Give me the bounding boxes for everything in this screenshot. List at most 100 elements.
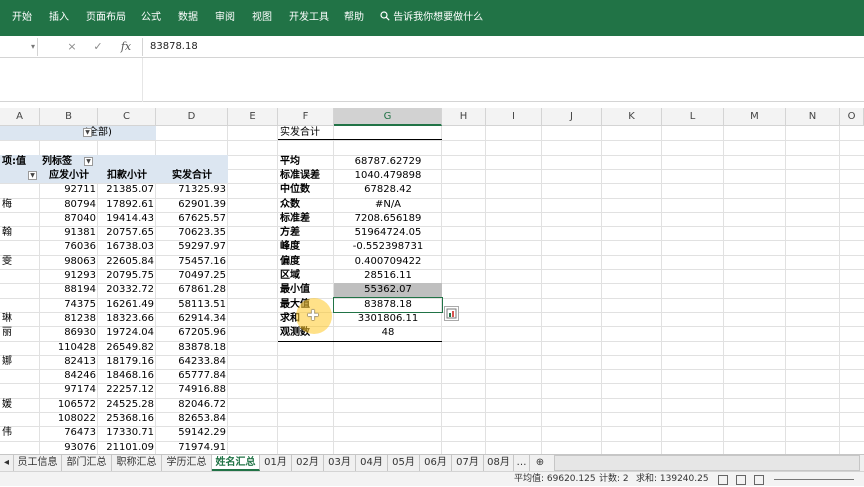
column-header-g[interactable]: G — [334, 108, 442, 126]
stats-value[interactable]: 48 — [334, 326, 442, 340]
column-header-d[interactable]: D — [156, 108, 228, 126]
pivot-value[interactable]: 20332.72 — [98, 283, 156, 297]
pivot-value[interactable]: 82413 — [40, 355, 98, 369]
pivot-value[interactable]: 87040 — [40, 212, 98, 226]
sheet-tab[interactable]: 08月 — [484, 455, 514, 471]
sheet-tab[interactable]: 06月 — [420, 455, 452, 471]
pivot-row-name[interactable]: 娜 — [0, 355, 40, 369]
column-labels-filter-icon[interactable]: ▼ — [84, 156, 93, 166]
pivot-value[interactable]: 18468.16 — [98, 369, 156, 383]
filter-dropdown-icon[interactable]: ▼ — [83, 128, 92, 137]
page-layout-view-icon[interactable] — [736, 475, 746, 485]
worksheet-grid[interactable]: (全部) ▼ 项:值 列标签 ▼ ▼ 应发小计 扣款小计 实发合计 92711 21385.07 71… — [0, 126, 864, 454]
pivot-value[interactable]: 16738.03 — [98, 240, 156, 254]
pivot-value[interactable]: 83878.18 — [156, 341, 228, 355]
column-header-m[interactable]: M — [724, 108, 786, 126]
tab-data[interactable]: 数据 — [178, 0, 198, 36]
pivot-value[interactable]: 19724.04 — [98, 326, 156, 340]
pivot-row-name[interactable]: 雯 — [0, 255, 40, 269]
pivot-value[interactable]: 93076 — [40, 441, 98, 454]
pivot-values-label[interactable]: 项:值 — [0, 154, 40, 169]
pivot-value[interactable]: 20757.65 — [98, 226, 156, 240]
stats-value[interactable]: 1040.479898 — [334, 169, 442, 183]
pivot-row-name[interactable]: 琳 — [0, 312, 40, 326]
zoom-slider[interactable] — [774, 479, 854, 480]
sheet-tab[interactable]: 01月 — [260, 455, 292, 471]
sheet-tab[interactable]: 04月 — [356, 455, 388, 471]
pivot-column-header[interactable]: 扣款小计 — [98, 168, 156, 183]
insert-function-icon[interactable]: fx — [116, 36, 136, 58]
pivot-value[interactable]: 76036 — [40, 240, 98, 254]
tab-review[interactable]: 审阅 — [215, 0, 235, 36]
pivot-value[interactable]: 59142.29 — [156, 426, 228, 440]
pivot-value[interactable]: 76473 — [40, 426, 98, 440]
add-sheet-icon[interactable]: ⊕ — [532, 455, 548, 471]
sheet-tab[interactable]: 05月 — [388, 455, 420, 471]
sheet-tab[interactable]: 部门汇总 — [62, 455, 112, 471]
pivot-value[interactable]: 21101.09 — [98, 441, 156, 454]
column-header-o[interactable]: O — [840, 108, 864, 126]
row-labels-filter-icon[interactable]: ▼ — [28, 170, 37, 180]
stats-label[interactable]: 平均 — [278, 155, 334, 169]
stats-value[interactable]: 0.400709422 — [334, 255, 442, 269]
pivot-value[interactable]: 20795.75 — [98, 269, 156, 283]
pivot-header-fill[interactable] — [156, 154, 228, 169]
pivot-value[interactable]: 16261.49 — [98, 298, 156, 312]
pivot-row-name[interactable]: 翰 — [0, 226, 40, 240]
stats-value[interactable]: 28516.11 — [334, 269, 442, 283]
formula-input[interactable]: 83878.18 — [150, 36, 198, 58]
sheet-scroll-left-icon[interactable]: ◂ — [0, 455, 14, 471]
pivot-value[interactable]: 71325.93 — [156, 183, 228, 197]
pivot-filter-label[interactable] — [0, 126, 40, 140]
pivot-value[interactable]: 92711 — [40, 183, 98, 197]
sheet-tab[interactable]: 员工信息 — [14, 455, 62, 471]
pivot-value[interactable]: 108022 — [40, 412, 98, 426]
column-header-j[interactable]: J — [542, 108, 602, 126]
pivot-value[interactable]: 22605.84 — [98, 255, 156, 269]
stats-label[interactable]: 区域 — [278, 269, 334, 283]
stats-label[interactable]: 方差 — [278, 226, 334, 240]
pivot-value[interactable]: 59297.97 — [156, 240, 228, 254]
stats-value[interactable]: #N/A — [334, 198, 442, 212]
pivot-value[interactable]: 62914.34 — [156, 312, 228, 326]
stats-value[interactable]: 55362.07 — [334, 283, 442, 298]
enter-icon[interactable]: ✓ — [88, 36, 108, 58]
pivot-value[interactable]: 81238 — [40, 312, 98, 326]
formula-bar-expanded-area[interactable] — [0, 58, 864, 102]
pivot-value[interactable]: 91293 — [40, 269, 98, 283]
stats-value[interactable]: 83878.18 — [333, 296, 443, 313]
stats-label[interactable]: 标准误差 — [278, 169, 334, 183]
pivot-value[interactable]: 82046.72 — [156, 398, 228, 412]
chevron-down-icon[interactable]: ▾ — [28, 38, 38, 56]
stats-value[interactable]: 67828.42 — [334, 183, 442, 197]
more-sheets-icon[interactable]: … — [514, 455, 530, 471]
pivot-value[interactable]: 18179.16 — [98, 355, 156, 369]
pivot-value[interactable]: 67625.57 — [156, 212, 228, 226]
page-break-view-icon[interactable] — [754, 475, 764, 485]
pivot-value[interactable]: 24525.28 — [98, 398, 156, 412]
pivot-value[interactable]: 97174 — [40, 383, 98, 397]
stats-label[interactable]: 峰度 — [278, 240, 334, 254]
sheet-tab[interactable]: 07月 — [452, 455, 484, 471]
stats-value[interactable]: 7208.656189 — [334, 212, 442, 226]
stats-value[interactable]: 68787.62729 — [334, 155, 442, 169]
column-header-a[interactable]: A — [0, 108, 40, 126]
pivot-value[interactable]: 19414.43 — [98, 212, 156, 226]
pivot-value[interactable]: 71974.91 — [156, 441, 228, 454]
pivot-value[interactable]: 58113.51 — [156, 298, 228, 312]
tab-formulas[interactable]: 公式 — [141, 0, 161, 36]
pivot-value[interactable]: 91381 — [40, 226, 98, 240]
sheet-tab[interactable]: 03月 — [324, 455, 356, 471]
tab-help[interactable]: 帮助 — [344, 0, 364, 36]
pivot-row-name[interactable]: 梅 — [0, 198, 40, 212]
pivot-value[interactable]: 70497.25 — [156, 269, 228, 283]
column-header-f[interactable]: F — [278, 108, 334, 126]
pivot-value[interactable]: 74375 — [40, 298, 98, 312]
tab-developer[interactable]: 开发工具 — [289, 0, 329, 36]
sheet-tab[interactable]: 职称汇总 — [112, 455, 162, 471]
pivot-value[interactable]: 70623.35 — [156, 226, 228, 240]
pivot-row-name[interactable]: 媛 — [0, 398, 40, 412]
pivot-value[interactable]: 88194 — [40, 283, 98, 297]
pivot-value[interactable]: 62901.39 — [156, 198, 228, 212]
pivot-value[interactable]: 86930 — [40, 326, 98, 340]
